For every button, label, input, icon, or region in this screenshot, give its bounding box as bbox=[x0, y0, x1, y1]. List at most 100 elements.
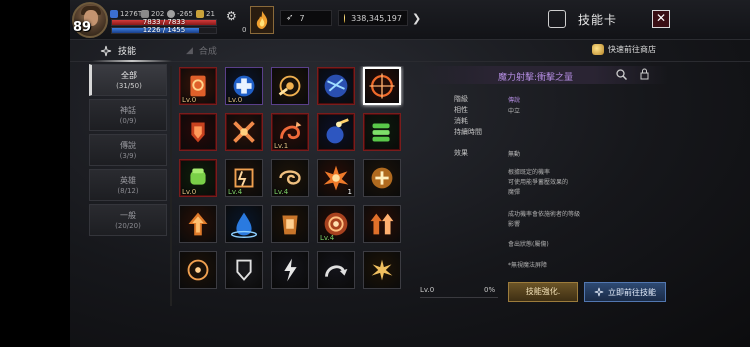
buff-slot[interactable] bbox=[250, 6, 274, 34]
desc-line-1: 根據既定的機率 bbox=[508, 169, 551, 176]
red-shield-icon bbox=[191, 122, 205, 143]
detail-label-duration: 持續時間 bbox=[454, 128, 482, 136]
skill-level: Lv.0 bbox=[228, 96, 243, 104]
green-bullets-icon bbox=[372, 123, 390, 142]
skill-level: Lv.4 bbox=[320, 234, 335, 242]
feather-value: 7 bbox=[299, 13, 305, 23]
skill-card-5[interactable] bbox=[363, 67, 401, 105]
category-name: 全部 bbox=[121, 71, 137, 80]
skill-level: Lv.4 bbox=[228, 188, 243, 196]
goto-skill-button[interactable]: 立即前往技能 bbox=[584, 282, 666, 302]
stat-c-value: 21 bbox=[206, 10, 215, 18]
skill-card-22[interactable] bbox=[225, 251, 263, 289]
desc-line-4: 成功機率會依施術者的等級 bbox=[508, 211, 581, 218]
window-title: 技能卡 bbox=[578, 13, 618, 27]
skill-card-6[interactable] bbox=[179, 113, 217, 151]
enhance-button[interactable]: 技能強化. bbox=[508, 282, 578, 302]
category-name: 一般 bbox=[120, 211, 136, 220]
blue-lightning-icon bbox=[324, 74, 348, 98]
skill-name: 魔力射擊:衝擊之量 bbox=[498, 73, 574, 83]
buff-count: 0 bbox=[242, 26, 247, 34]
category-mythic[interactable]: 神話 (0/9) bbox=[89, 99, 167, 131]
skill-card-14[interactable]: 1 bbox=[317, 159, 355, 197]
category-count: (20/20) bbox=[115, 222, 141, 230]
stat-b: -265 bbox=[167, 10, 193, 18]
currency-arrow-icon[interactable]: ❯ bbox=[412, 12, 421, 25]
target-hand-icon bbox=[278, 75, 301, 97]
stat-b-value: -265 bbox=[177, 10, 193, 18]
feather-currency: ➶ 7 bbox=[280, 10, 332, 26]
skill-card-8[interactable]: Lv.1 bbox=[271, 113, 309, 151]
skill-level: Lv.1 bbox=[274, 142, 289, 150]
category-hero[interactable]: 英雄 (8/12) bbox=[89, 169, 167, 201]
tab-synthesis[interactable]: ◢ 合成 bbox=[186, 44, 217, 58]
category-count: (31/50) bbox=[116, 82, 142, 90]
skill-card-1[interactable]: Lv.0 bbox=[179, 67, 217, 105]
skill-card-12[interactable]: Lv.4 bbox=[225, 159, 263, 197]
detail-label-effect: 效果 bbox=[454, 149, 468, 157]
stat-a: 202 bbox=[141, 10, 164, 18]
category-all[interactable]: 全部 (31/50) bbox=[89, 64, 167, 96]
tab-active-underline bbox=[92, 60, 172, 62]
search-icon[interactable] bbox=[616, 69, 627, 80]
plus-orb-icon bbox=[371, 167, 393, 189]
water-splash-icon bbox=[230, 212, 258, 238]
category-normal[interactable]: 一般 (20/20) bbox=[89, 204, 167, 236]
detail-label-cost: 消耗 bbox=[454, 117, 468, 125]
skill-card-icon bbox=[548, 10, 566, 28]
category-count: (8/12) bbox=[117, 187, 139, 195]
grid-scrollbar[interactable] bbox=[170, 66, 172, 306]
skill-card-24[interactable] bbox=[317, 251, 355, 289]
shield-small-icon bbox=[236, 259, 252, 281]
category-name: 神話 bbox=[120, 106, 136, 115]
category-name: 傳說 bbox=[120, 141, 136, 150]
curve-arrow-icon bbox=[325, 265, 348, 277]
feather-icon: ➶ bbox=[286, 13, 294, 23]
category-count: (0/9) bbox=[119, 117, 137, 125]
stat-a-value: 202 bbox=[151, 10, 165, 18]
power-icon bbox=[110, 10, 118, 18]
desc-line-7: *無視魔法屏障 bbox=[508, 262, 548, 269]
gold-currency: 338,345,197 bbox=[338, 10, 408, 26]
progress-level: Lv.0 bbox=[420, 286, 435, 294]
settings-gear-icon[interactable]: ⚙ bbox=[226, 10, 238, 22]
goto-skill-label: 立即前往技能 bbox=[608, 287, 656, 297]
close-button[interactable]: ✕ bbox=[652, 10, 670, 28]
skill-card-10[interactable] bbox=[363, 113, 401, 151]
skill-card-13[interactable]: Lv.4 bbox=[271, 159, 309, 197]
skill-card-16[interactable] bbox=[179, 205, 217, 243]
category-list: 全部 (31/50) 神話 (0/9) 傳說 (3/9) 英雄 (8/12) 一… bbox=[89, 64, 167, 239]
gold-coin-icon bbox=[344, 13, 346, 23]
skill-card-23[interactable] bbox=[271, 251, 309, 289]
lock-icon[interactable] bbox=[640, 68, 649, 80]
skill-card-21[interactable] bbox=[179, 251, 217, 289]
up-arrow-icon bbox=[188, 212, 208, 236]
skill-card-7[interactable] bbox=[225, 113, 263, 151]
skill-card-25[interactable] bbox=[363, 251, 401, 289]
skill-card-2[interactable]: Lv.0 bbox=[225, 67, 263, 105]
skill-card-17[interactable] bbox=[225, 205, 263, 243]
tab-skills[interactable]: 技能 bbox=[100, 44, 136, 57]
target-small-icon bbox=[187, 259, 209, 281]
skill-card-3[interactable] bbox=[271, 67, 309, 105]
desc-line-3: 魔彈 bbox=[508, 189, 521, 196]
shop-link[interactable]: 快速前往商店 bbox=[592, 44, 656, 55]
skill-card-11[interactable]: Lv.0 bbox=[179, 159, 217, 197]
category-name: 英雄 bbox=[120, 176, 136, 185]
sword-icon bbox=[141, 10, 149, 18]
skill-card-19[interactable]: Lv.4 bbox=[317, 205, 355, 243]
stat-c: 21 bbox=[196, 10, 215, 18]
skill-card-9[interactable] bbox=[317, 113, 355, 151]
skill-card-18[interactable] bbox=[271, 205, 309, 243]
swirl-symbol-icon bbox=[594, 287, 604, 297]
skill-count: 1 bbox=[347, 188, 352, 196]
category-legend[interactable]: 傳說 (3/9) bbox=[89, 134, 167, 166]
burst-small-icon bbox=[371, 259, 393, 281]
desc-line-6: 會出狀態(屬傷) bbox=[508, 241, 549, 248]
skill-card-15[interactable] bbox=[363, 159, 401, 197]
meteor-orb-icon bbox=[326, 118, 349, 144]
skill-level: Lv.0 bbox=[182, 96, 197, 104]
skill-card-20[interactable] bbox=[363, 205, 401, 243]
skill-card-4[interactable] bbox=[317, 67, 355, 105]
bolt-small-icon bbox=[284, 258, 297, 282]
